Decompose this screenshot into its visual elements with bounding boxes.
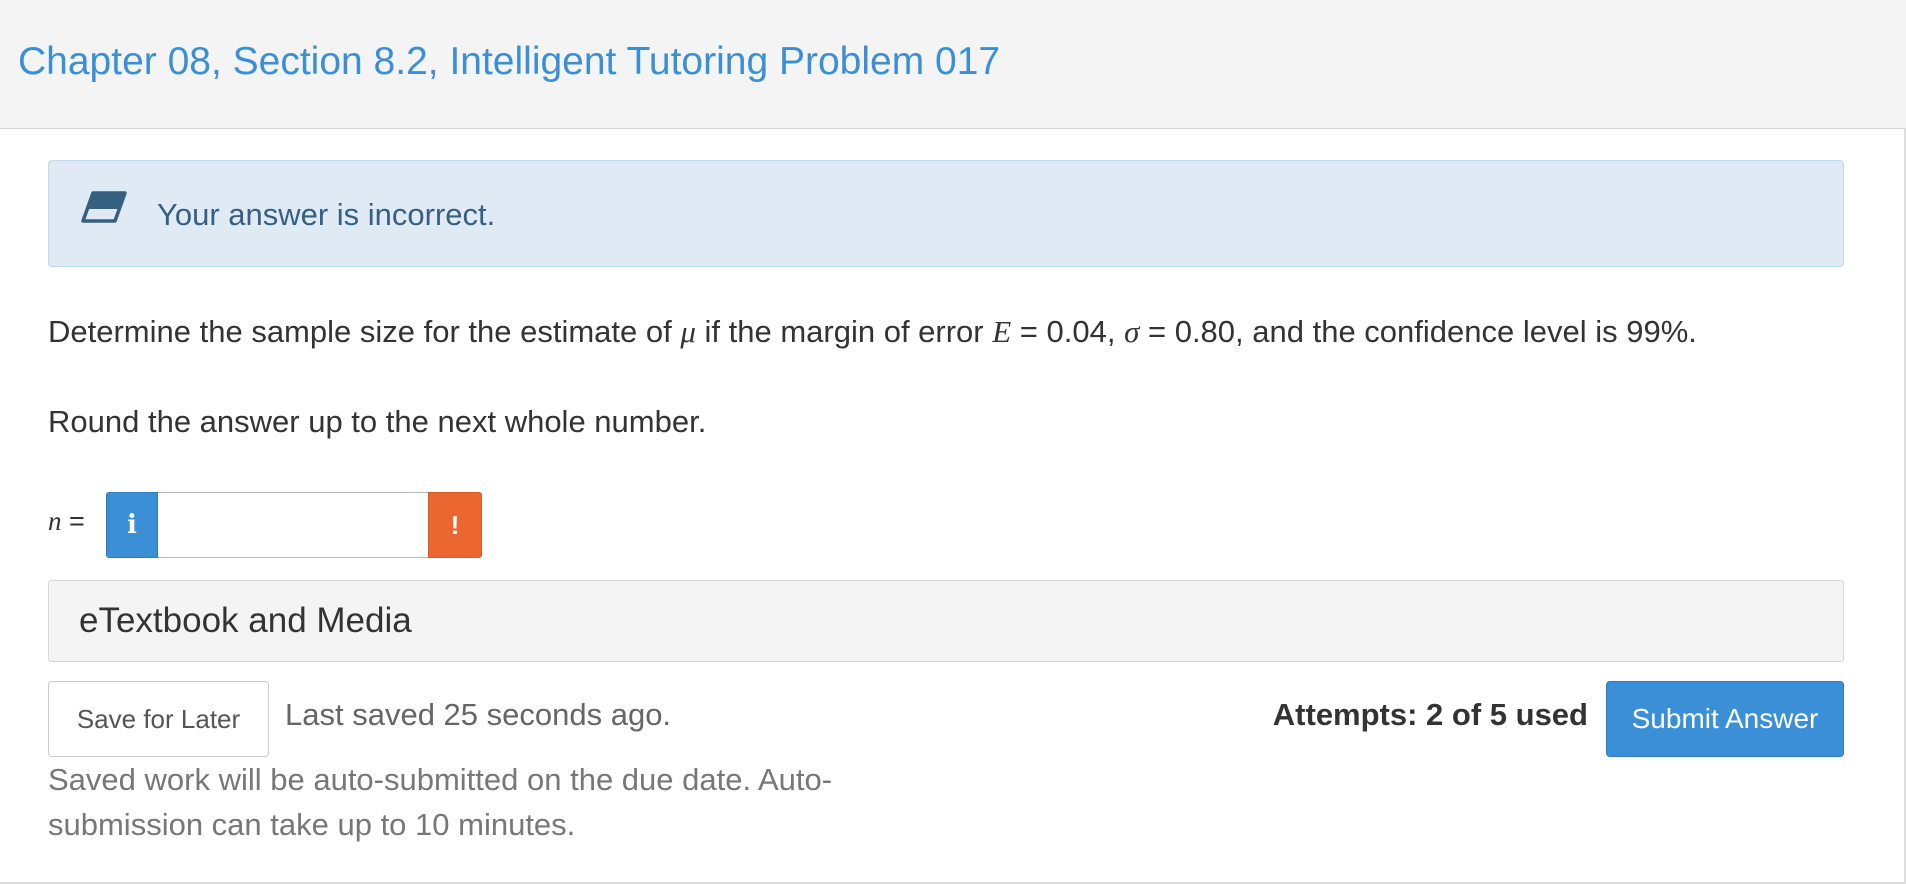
etextbook-media-panel[interactable]: eTextbook and Media: [48, 580, 1844, 662]
problem-page: Chapter 08, Section 8.2, Intelligent Tut…: [0, 0, 1906, 884]
margin-error-symbol: E: [992, 314, 1012, 349]
answer-variable: n: [48, 506, 62, 536]
incorrect-answer-alert: Your answer is incorrect.: [48, 160, 1844, 267]
auto-submit-note: Saved work will be auto-submitted on the…: [48, 762, 833, 842]
warning-icon[interactable]: !: [428, 492, 482, 558]
etextbook-media-label: eTextbook and Media: [79, 601, 412, 640]
question-part-2: if the margin of error: [695, 314, 993, 349]
sigma-symbol: σ: [1124, 314, 1140, 349]
question-text: Determine the sample size for the estima…: [48, 314, 1697, 350]
info-icon[interactable]: i: [106, 492, 158, 558]
question-part-4: = 0.80, and the confidence level is 99%.: [1139, 314, 1697, 349]
answer-label: n =: [48, 506, 85, 537]
mu-symbol: μ: [680, 314, 696, 349]
alert-message: Your answer is incorrect.: [157, 197, 496, 232]
rounding-instruction: Round the answer up to the next whole nu…: [48, 404, 707, 439]
save-for-later-button[interactable]: Save for Later: [48, 681, 269, 757]
last-saved-status: Last saved 25 seconds ago.: [285, 697, 672, 732]
answer-input[interactable]: [158, 492, 428, 558]
page-title: Chapter 08, Section 8.2, Intelligent Tut…: [18, 40, 1001, 83]
question-part-1: Determine the sample size for the estima…: [48, 314, 681, 349]
eraser-icon: [81, 191, 127, 223]
page-header: Chapter 08, Section 8.2, Intelligent Tut…: [0, 0, 1906, 129]
attempts-counter: Attempts: 2 of 5 used: [1272, 697, 1588, 732]
submit-answer-button[interactable]: Submit Answer: [1606, 681, 1844, 757]
question-part-3: = 0.04,: [1011, 314, 1125, 349]
answer-equals: =: [61, 506, 85, 536]
